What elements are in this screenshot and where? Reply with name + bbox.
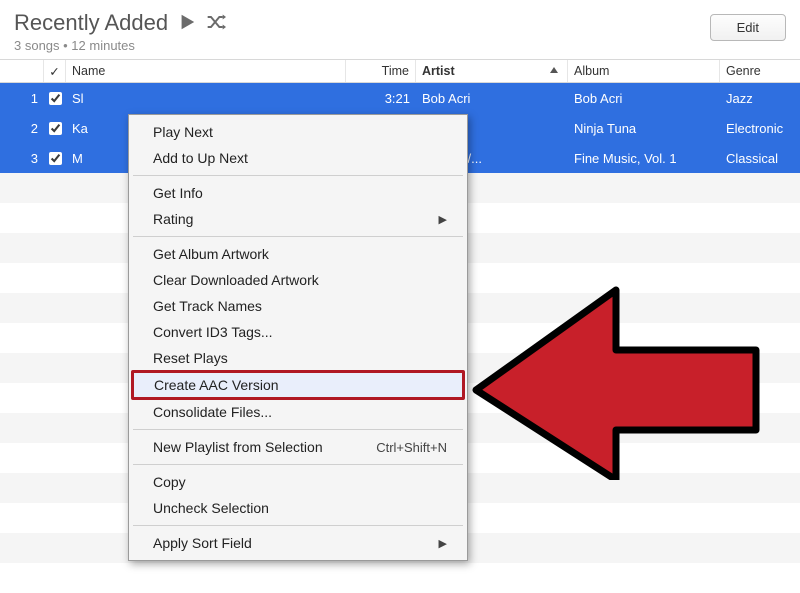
- row-number: 1: [0, 83, 44, 113]
- menu-rating[interactable]: Rating ▶: [131, 206, 465, 232]
- menu-convert-id3[interactable]: Convert ID3 Tags...: [131, 319, 465, 345]
- page-title: Recently Added: [14, 10, 168, 36]
- menu-label: Clear Downloaded Artwork: [153, 272, 319, 288]
- menu-uncheck-selection[interactable]: Uncheck Selection: [131, 495, 465, 521]
- play-icon[interactable]: [178, 13, 196, 34]
- row-checkbox[interactable]: [44, 83, 66, 113]
- menu-reset-plays[interactable]: Reset Plays: [131, 345, 465, 371]
- header: Recently Added 3 songs • 12 minutes Edit: [0, 0, 800, 59]
- col-name[interactable]: Name: [66, 60, 346, 82]
- menu-add-up-next[interactable]: Add to Up Next: [131, 145, 465, 171]
- row-album: Ninja Tuna: [568, 113, 720, 143]
- chevron-right-icon: ▶: [439, 213, 447, 226]
- menu-label: Get Album Artwork: [153, 246, 269, 262]
- col-genre[interactable]: Genre: [720, 60, 800, 82]
- menu-label: Get Info: [153, 185, 203, 201]
- sort-ascending-icon: [549, 64, 559, 78]
- menu-play-next[interactable]: Play Next: [131, 119, 465, 145]
- row-artist: Bob Acri: [416, 83, 568, 113]
- table-header: ✓ Name Time Artist Album Genre: [0, 59, 800, 83]
- menu-get-info[interactable]: Get Info: [131, 180, 465, 206]
- row-checkbox[interactable]: [44, 113, 66, 143]
- menu-label: Uncheck Selection: [153, 500, 269, 516]
- checkbox[interactable]: [49, 92, 62, 105]
- menu-label: Reset Plays: [153, 350, 228, 366]
- row-number: 3: [0, 143, 44, 173]
- row-genre: Jazz: [720, 83, 800, 113]
- menu-create-aac-version[interactable]: Create AAC Version: [131, 370, 465, 400]
- menu-label: Get Track Names: [153, 298, 262, 314]
- row-genre: Classical: [720, 143, 800, 173]
- col-check[interactable]: ✓: [44, 60, 66, 82]
- subtitle: 3 songs • 12 minutes: [14, 38, 226, 53]
- row-album: Bob Acri: [568, 83, 720, 113]
- col-album[interactable]: Album: [568, 60, 720, 82]
- menu-label: Consolidate Files...: [153, 404, 272, 420]
- row-number: 2: [0, 113, 44, 143]
- col-time[interactable]: Time: [346, 60, 416, 82]
- menu-label: Rating: [153, 211, 193, 227]
- col-artist-label: Artist: [422, 64, 455, 78]
- checkbox[interactable]: [49, 152, 62, 165]
- title-row: Recently Added: [14, 10, 226, 36]
- menu-label: Apply Sort Field: [153, 535, 252, 551]
- header-left: Recently Added 3 songs • 12 minutes: [14, 10, 226, 53]
- edit-button[interactable]: Edit: [710, 14, 786, 41]
- menu-get-album-artwork[interactable]: Get Album Artwork: [131, 241, 465, 267]
- row-name: Sl: [66, 83, 346, 113]
- menu-copy[interactable]: Copy: [131, 469, 465, 495]
- shuffle-icon[interactable]: [206, 14, 226, 33]
- menu-separator: [133, 429, 463, 430]
- col-artist[interactable]: Artist: [416, 60, 568, 82]
- menu-separator: [133, 525, 463, 526]
- menu-separator: [133, 175, 463, 176]
- menu-label: Play Next: [153, 124, 213, 140]
- menu-apply-sort-field[interactable]: Apply Sort Field ▶: [131, 530, 465, 556]
- row-album: Fine Music, Vol. 1: [568, 143, 720, 173]
- context-menu: Play Next Add to Up Next Get Info Rating…: [128, 114, 468, 561]
- col-number[interactable]: [0, 60, 44, 82]
- menu-label: Copy: [153, 474, 186, 490]
- row-checkbox[interactable]: [44, 143, 66, 173]
- menu-get-track-names[interactable]: Get Track Names: [131, 293, 465, 319]
- chevron-right-icon: ▶: [439, 537, 447, 550]
- menu-label: New Playlist from Selection: [153, 439, 323, 455]
- table-row[interactable]: 1 Sl 3:21 Bob Acri Bob Acri Jazz: [0, 83, 800, 113]
- menu-clear-artwork[interactable]: Clear Downloaded Artwork: [131, 267, 465, 293]
- menu-label: Add to Up Next: [153, 150, 248, 166]
- menu-separator: [133, 236, 463, 237]
- row-time: 3:21: [346, 83, 416, 113]
- menu-new-playlist[interactable]: New Playlist from Selection Ctrl+Shift+N: [131, 434, 465, 460]
- row-genre: Electronic: [720, 113, 800, 143]
- menu-label: Convert ID3 Tags...: [153, 324, 273, 340]
- menu-consolidate-files[interactable]: Consolidate Files...: [131, 399, 465, 425]
- checkbox[interactable]: [49, 122, 62, 135]
- menu-shortcut: Ctrl+Shift+N: [376, 440, 447, 455]
- menu-separator: [133, 464, 463, 465]
- menu-label: Create AAC Version: [154, 377, 279, 393]
